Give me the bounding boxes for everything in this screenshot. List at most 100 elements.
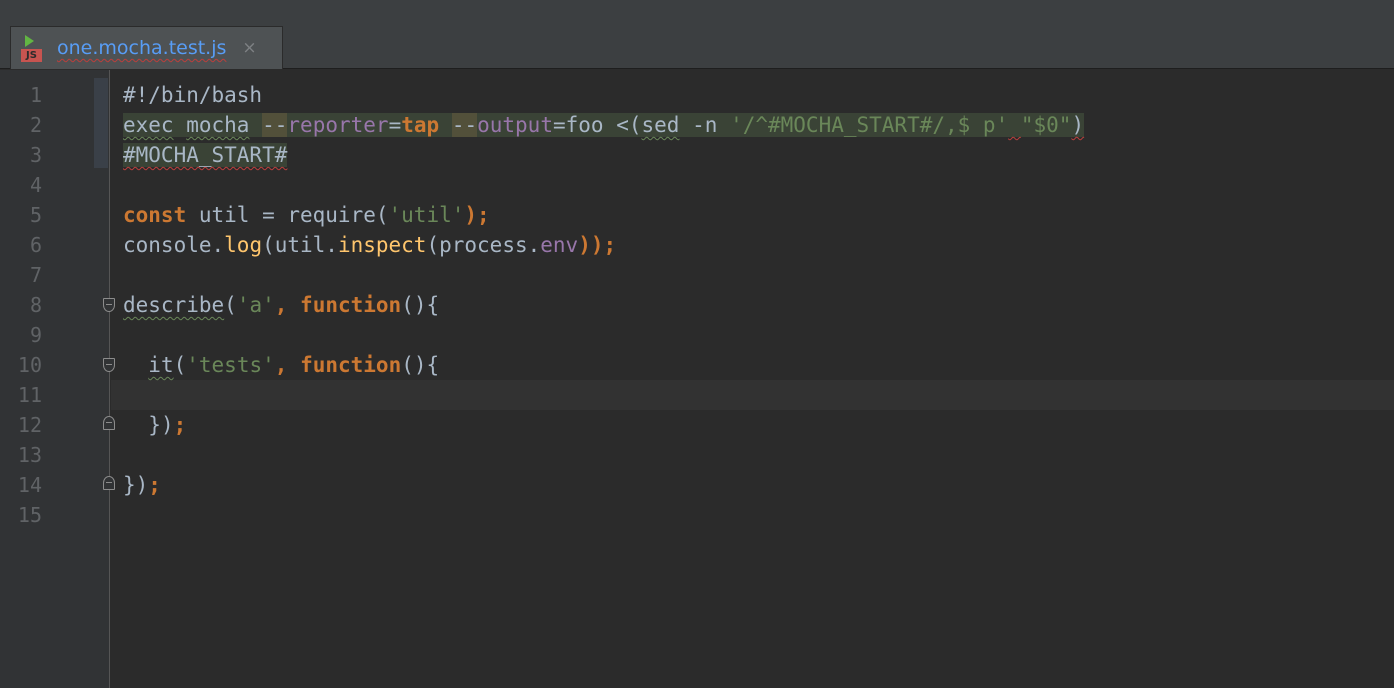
- code-line-12: });: [123, 410, 1084, 440]
- token-tap: tap: [401, 113, 440, 137]
- line-number: 6: [29, 233, 42, 257]
- js-badge-icon: JS: [21, 49, 42, 62]
- token-open: (: [173, 353, 187, 377]
- line-number: 12: [17, 413, 42, 437]
- token-end: ));: [578, 233, 617, 257]
- line-number: 4: [29, 173, 42, 197]
- line-number: 14: [17, 473, 42, 497]
- token-util-string: 'util': [388, 203, 465, 227]
- token-close-paren: ): [1071, 113, 1085, 137]
- token-double-dash: --: [262, 113, 288, 137]
- token-semicolon: ;: [173, 413, 187, 437]
- token-end: (){: [401, 353, 440, 377]
- line-number: 10: [17, 353, 42, 377]
- code-line-14: });: [123, 470, 1084, 500]
- token-tests-string: 'tests': [186, 353, 275, 377]
- token-describe: describe: [123, 293, 225, 317]
- shebang: #!/bin/bash: [123, 83, 263, 107]
- line-number: 5: [29, 203, 42, 227]
- token-double-dash: --: [451, 113, 478, 137]
- token-exec: exec: [123, 113, 174, 137]
- token-equals: =: [552, 113, 566, 137]
- token-end: );: [464, 203, 490, 227]
- editor-tab-bar: JS one.mocha.test.js ×: [0, 22, 1394, 69]
- token-process-sub: <(: [616, 113, 642, 137]
- fold-open-icon[interactable]: [103, 298, 115, 312]
- code-line-10: it('tests', function(){: [123, 350, 1084, 380]
- code-editor[interactable]: 1 2 3 4 5 6 7 8 9 10 11 12 13 14 15 #!/b…: [0, 70, 1394, 688]
- token-equals: =: [388, 113, 402, 137]
- code-line-6: console.log(util.inspect(process.env));: [123, 230, 1084, 260]
- run-triangle-icon: [25, 35, 34, 47]
- token-console: console.: [123, 233, 225, 257]
- code-line-2: exec mocha --reporter=tap --output=foo <…: [123, 110, 1085, 140]
- token-flag: -n: [692, 113, 718, 137]
- token-space: [1008, 113, 1021, 137]
- token-function: function: [300, 353, 402, 377]
- line-number: 2: [29, 113, 42, 137]
- code-line-3: #MOCHA_START#: [123, 140, 1084, 170]
- injection-gutter-marker: [94, 78, 108, 168]
- token-it: it: [148, 353, 174, 377]
- token-process: (process.: [426, 233, 541, 257]
- token-inspect: inspect: [337, 233, 427, 257]
- tab-filename: one.mocha.test.js: [57, 37, 227, 59]
- token-reporter: reporter: [287, 113, 389, 137]
- token-open: (: [224, 293, 237, 317]
- fold-close-icon[interactable]: [103, 476, 115, 490]
- line-number: 8: [29, 293, 42, 317]
- token-semicolon: ;: [148, 473, 161, 497]
- fold-close-icon[interactable]: [103, 416, 115, 430]
- line-number: 9: [29, 323, 42, 347]
- token-sed-expression: '/^#MOCHA_START#/,$ p': [730, 113, 1009, 137]
- token-foo: foo: [565, 113, 604, 137]
- token-close: }): [148, 413, 174, 437]
- token-const: const: [123, 203, 187, 227]
- close-icon[interactable]: ×: [242, 38, 256, 58]
- token-space: [717, 113, 731, 137]
- line-number: 7: [29, 263, 42, 287]
- token-end: (){: [401, 293, 440, 317]
- line-number: 15: [17, 503, 42, 527]
- tab-one-mocha-test-js[interactable]: JS one.mocha.test.js ×: [10, 26, 283, 69]
- line-number: 1: [29, 83, 42, 107]
- token-mocha: mocha: [186, 113, 250, 137]
- code-line-1: #!/bin/bash: [123, 80, 1084, 110]
- line-number: 3: [29, 143, 42, 167]
- code-line-5: const util = require('util');: [123, 200, 1084, 230]
- token-output: output: [477, 113, 553, 137]
- token-close: }): [123, 473, 149, 497]
- code-content[interactable]: #!/bin/bash exec mocha --reporter=tap --…: [123, 80, 1085, 530]
- mocha-start-marker: #MOCHA_START#: [123, 143, 288, 167]
- window-top-strip: [0, 0, 1394, 23]
- fold-open-icon[interactable]: [103, 358, 115, 372]
- token-comma: ,: [274, 293, 301, 317]
- token-decl: util = require(: [186, 203, 389, 227]
- javascript-test-file-icon: JS: [19, 32, 45, 64]
- code-line-8: describe('a', function(){: [123, 290, 1084, 320]
- line-number: 13: [17, 443, 42, 467]
- token-env: env: [540, 233, 579, 257]
- token-log: log: [224, 233, 263, 257]
- token-util: (util.: [262, 233, 338, 257]
- token-function: function: [300, 293, 402, 317]
- token-arg: "$0": [1020, 113, 1072, 137]
- line-numbers: 1 2 3 4 5 6 7 8 9 10 11 12 13 14 15: [0, 80, 42, 530]
- token-comma: ,: [274, 353, 301, 377]
- gutter[interactable]: 1 2 3 4 5 6 7 8 9 10 11 12 13 14 15: [0, 70, 110, 688]
- token-sed: sed: [641, 113, 680, 137]
- token-a-string: 'a': [236, 293, 275, 317]
